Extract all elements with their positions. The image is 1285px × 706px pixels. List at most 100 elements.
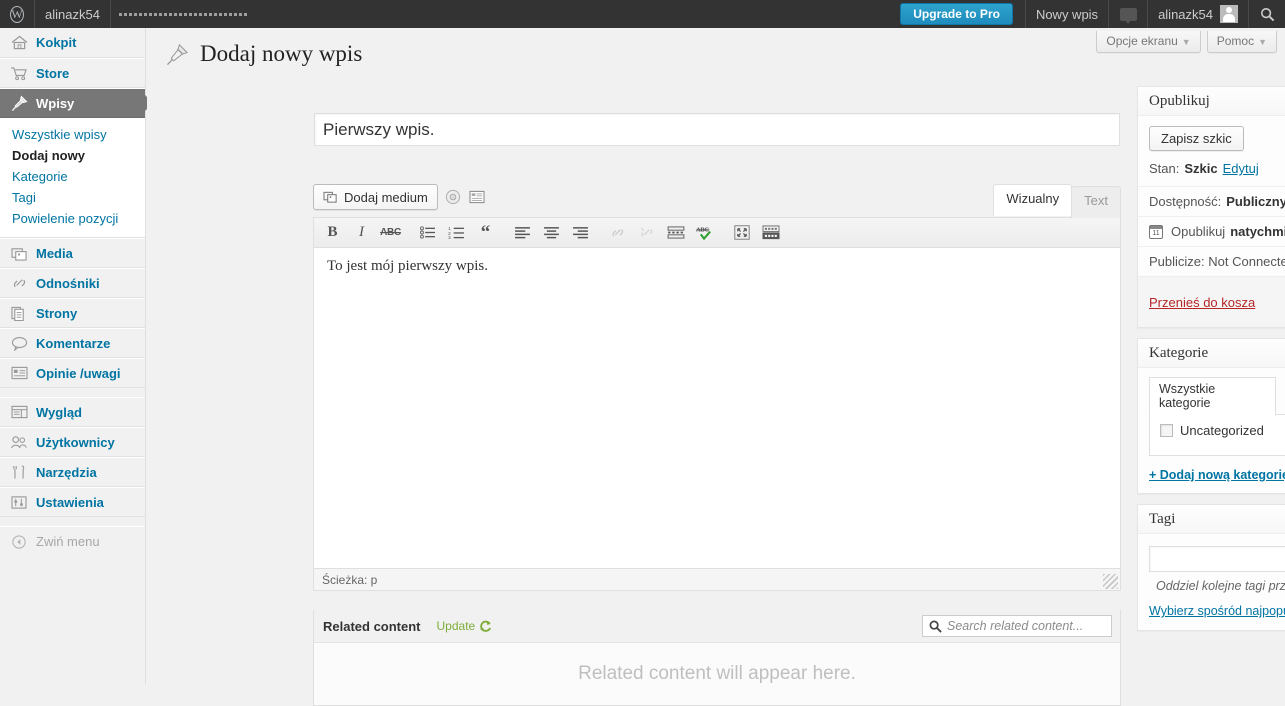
help-button[interactable]: Pomoc ▼ [1206, 31, 1277, 53]
related-content-header: Related content Update Search related co… [314, 610, 1120, 643]
align-center-icon[interactable] [538, 221, 565, 245]
fullscreen-icon[interactable] [728, 221, 755, 245]
tools-icon [9, 462, 29, 482]
sidebar-item-wszystkie-wpisy[interactable]: Wszystkie wpisy [0, 124, 145, 145]
search-icon[interactable] [1249, 0, 1285, 28]
category-list-item[interactable]: Uncategorized [1160, 423, 1285, 438]
sidebar-item-dodaj-nowy[interactable]: Dodaj nowy [0, 145, 145, 166]
add-category-area: + Dodaj nową kategorię [1138, 457, 1285, 493]
edit-status-link[interactable]: Edytuj [1223, 161, 1259, 176]
sidebar-item-odnosniki[interactable]: Odnośniki [0, 268, 145, 298]
tags-heading-label: Tagi [1149, 510, 1176, 527]
my-account-menu[interactable]: alinazk54 [1148, 0, 1248, 28]
move-to-trash-link[interactable]: Przenieś do kosza [1149, 295, 1255, 310]
wpisy-submenu: Wszystkie wpisy Dodaj nowy Kategorie Tag… [0, 118, 145, 238]
tags-box: Tagi Dodaj Oddziel kolejne tagi przecink… [1137, 504, 1285, 631]
sidebar-item-label: Narzędzia [36, 464, 97, 480]
post-title-input[interactable] [314, 113, 1120, 146]
site-name-menu[interactable]: alinazk54 [35, 0, 110, 28]
tab-text[interactable]: Text [1071, 186, 1121, 218]
sidebar-item-label: Store [36, 65, 70, 81]
choose-popular-tags-link[interactable]: Wybierz spośród najpopularniejszych tagó… [1149, 604, 1285, 618]
bullet-list-icon[interactable] [414, 221, 441, 245]
bold-icon[interactable]: B [319, 221, 346, 245]
related-update-button[interactable]: Update [437, 619, 493, 633]
sidebar-item-kokpit[interactable]: Kokpit [0, 28, 145, 58]
insert-disc-icon[interactable] [445, 189, 462, 205]
kitchen-sink-icon[interactable] [757, 221, 784, 245]
tag-input[interactable] [1149, 546, 1285, 572]
publicize-label: Publicize: Not Connected [1149, 254, 1285, 269]
sidebar-item-narzedzia[interactable]: Narzędzia [0, 457, 145, 487]
category-checklist: Uncategorized [1149, 414, 1285, 456]
media-images-icon [9, 243, 29, 263]
sidebar-item-label: Strony [36, 305, 78, 321]
tags-box-heading: Tagi [1138, 505, 1285, 534]
site-name-label: alinazk54 [45, 6, 100, 22]
sidebar-item-tagi[interactable]: Tagi [0, 187, 145, 208]
unlink-icon[interactable] [633, 221, 660, 245]
sidebar-item-opinie-uwagi[interactable]: Opinie /uwagi [0, 358, 145, 388]
tag-hint-text: Oddziel kolejne tagi przecinkami [1156, 579, 1285, 593]
save-draft-button[interactable]: Zapisz szkic [1149, 126, 1244, 151]
tab-all-categories[interactable]: Wszystkie kategorie [1149, 377, 1277, 416]
upgrade-to-pro-label: Upgrade to Pro [900, 3, 1013, 25]
sidebar-item-uzytkownicy[interactable]: Użytkownicy [0, 427, 145, 457]
comment-bubble-icon [1119, 7, 1137, 24]
align-left-icon[interactable] [509, 221, 536, 245]
wordpress-logo-icon[interactable]: W [0, 0, 34, 28]
admin-sidebar: Kokpit Store Wpisy Wszystkie wpisy Dodaj… [0, 28, 153, 684]
sidebar-item-label: Odnośniki [36, 275, 100, 291]
sidebar-item-wyglad[interactable]: Wygląd [0, 397, 145, 427]
pushpin-icon [9, 93, 29, 113]
collapse-menu-button[interactable]: Zwiń menu [0, 526, 145, 556]
insert-form-icon[interactable] [469, 189, 486, 205]
related-search-placeholder: Search related content... [947, 619, 1084, 633]
add-new-category-link[interactable]: + Dodaj nową kategorię [1149, 468, 1285, 482]
sidebar-item-powielenie-pozycji[interactable]: Powielenie pozycji [0, 208, 145, 229]
post-schedule-label: Opublikuj [1171, 224, 1226, 239]
new-post-menu[interactable]: Nowy wpis [1026, 0, 1108, 28]
sidebar-item-media[interactable]: Media [0, 238, 145, 268]
tab-wizualny[interactable]: Wizualny [993, 184, 1073, 216]
sidebar-item-wpisy[interactable]: Wpisy [0, 88, 153, 118]
categories-heading-label: Kategorie [1149, 344, 1209, 361]
publish-box-body: Zapisz szkic Podejrzyj Stan: Szkic Edytu… [1138, 116, 1285, 327]
editor-content-area[interactable]: To jest mój pierwszy wpis. [314, 248, 1120, 568]
italic-icon[interactable]: I [348, 221, 375, 245]
chevron-down-icon: ▼ [1258, 37, 1267, 47]
related-empty-message: Related content will appear here. [578, 663, 856, 684]
numbered-list-icon[interactable]: 123 [443, 221, 470, 245]
popular-tags-area: Wybierz spośród najpopularniejszych tagó… [1138, 593, 1285, 630]
sidebar-item-kategorie[interactable]: Kategorie [0, 166, 145, 187]
insert-link-icon[interactable] [604, 221, 631, 245]
more-tag-icon[interactable] [662, 221, 689, 245]
post-status-row: Stan: Szkic Edytuj [1138, 160, 1285, 186]
sidebar-item-label: Opinie /uwagi [36, 365, 121, 381]
categories-box: Kategorie Wszystkie kategorie Najczęście… [1137, 338, 1285, 494]
sidebar-item-ustawienia[interactable]: Ustawienia [0, 487, 145, 517]
comments-bubble-button[interactable] [1109, 0, 1147, 28]
align-right-icon[interactable] [567, 221, 594, 245]
sidebar-item-strony[interactable]: Strony [0, 298, 145, 328]
category-label: Uncategorized [1180, 423, 1264, 438]
related-content-empty-state: Related content will appear here. [314, 643, 1120, 705]
add-media-label: Dodaj medium [344, 189, 428, 205]
editor-mode-tabs: Wizualny Text [993, 182, 1121, 218]
sidebar-item-komentarze[interactable]: Komentarze [0, 328, 145, 358]
tags-box-body: Dodaj Oddziel kolejne tagi przecinkami W… [1138, 534, 1285, 630]
tab-most-used-categories[interactable]: Najczęściej używane [1276, 376, 1285, 415]
add-media-button[interactable]: Dodaj medium [313, 184, 438, 210]
related-search-field[interactable]: Search related content... [922, 615, 1112, 637]
spellcheck-icon[interactable]: ABC [691, 221, 718, 245]
sidebar-item-store[interactable]: Store [0, 58, 145, 88]
calendar-icon: 11 [1149, 224, 1163, 239]
category-checkbox[interactable] [1160, 424, 1173, 437]
blockquote-icon[interactable]: “ [472, 221, 499, 245]
upgrade-to-pro-button[interactable]: Upgrade to Pro [888, 0, 1025, 28]
resize-handle[interactable] [1103, 574, 1118, 589]
strikethrough-icon[interactable]: ABC [377, 221, 404, 245]
screen-options-button[interactable]: Opcje ekranu ▼ [1096, 31, 1201, 53]
publish-box-heading: Opublikuj [1138, 87, 1285, 116]
chevron-down-icon: ▼ [1181, 37, 1191, 47]
